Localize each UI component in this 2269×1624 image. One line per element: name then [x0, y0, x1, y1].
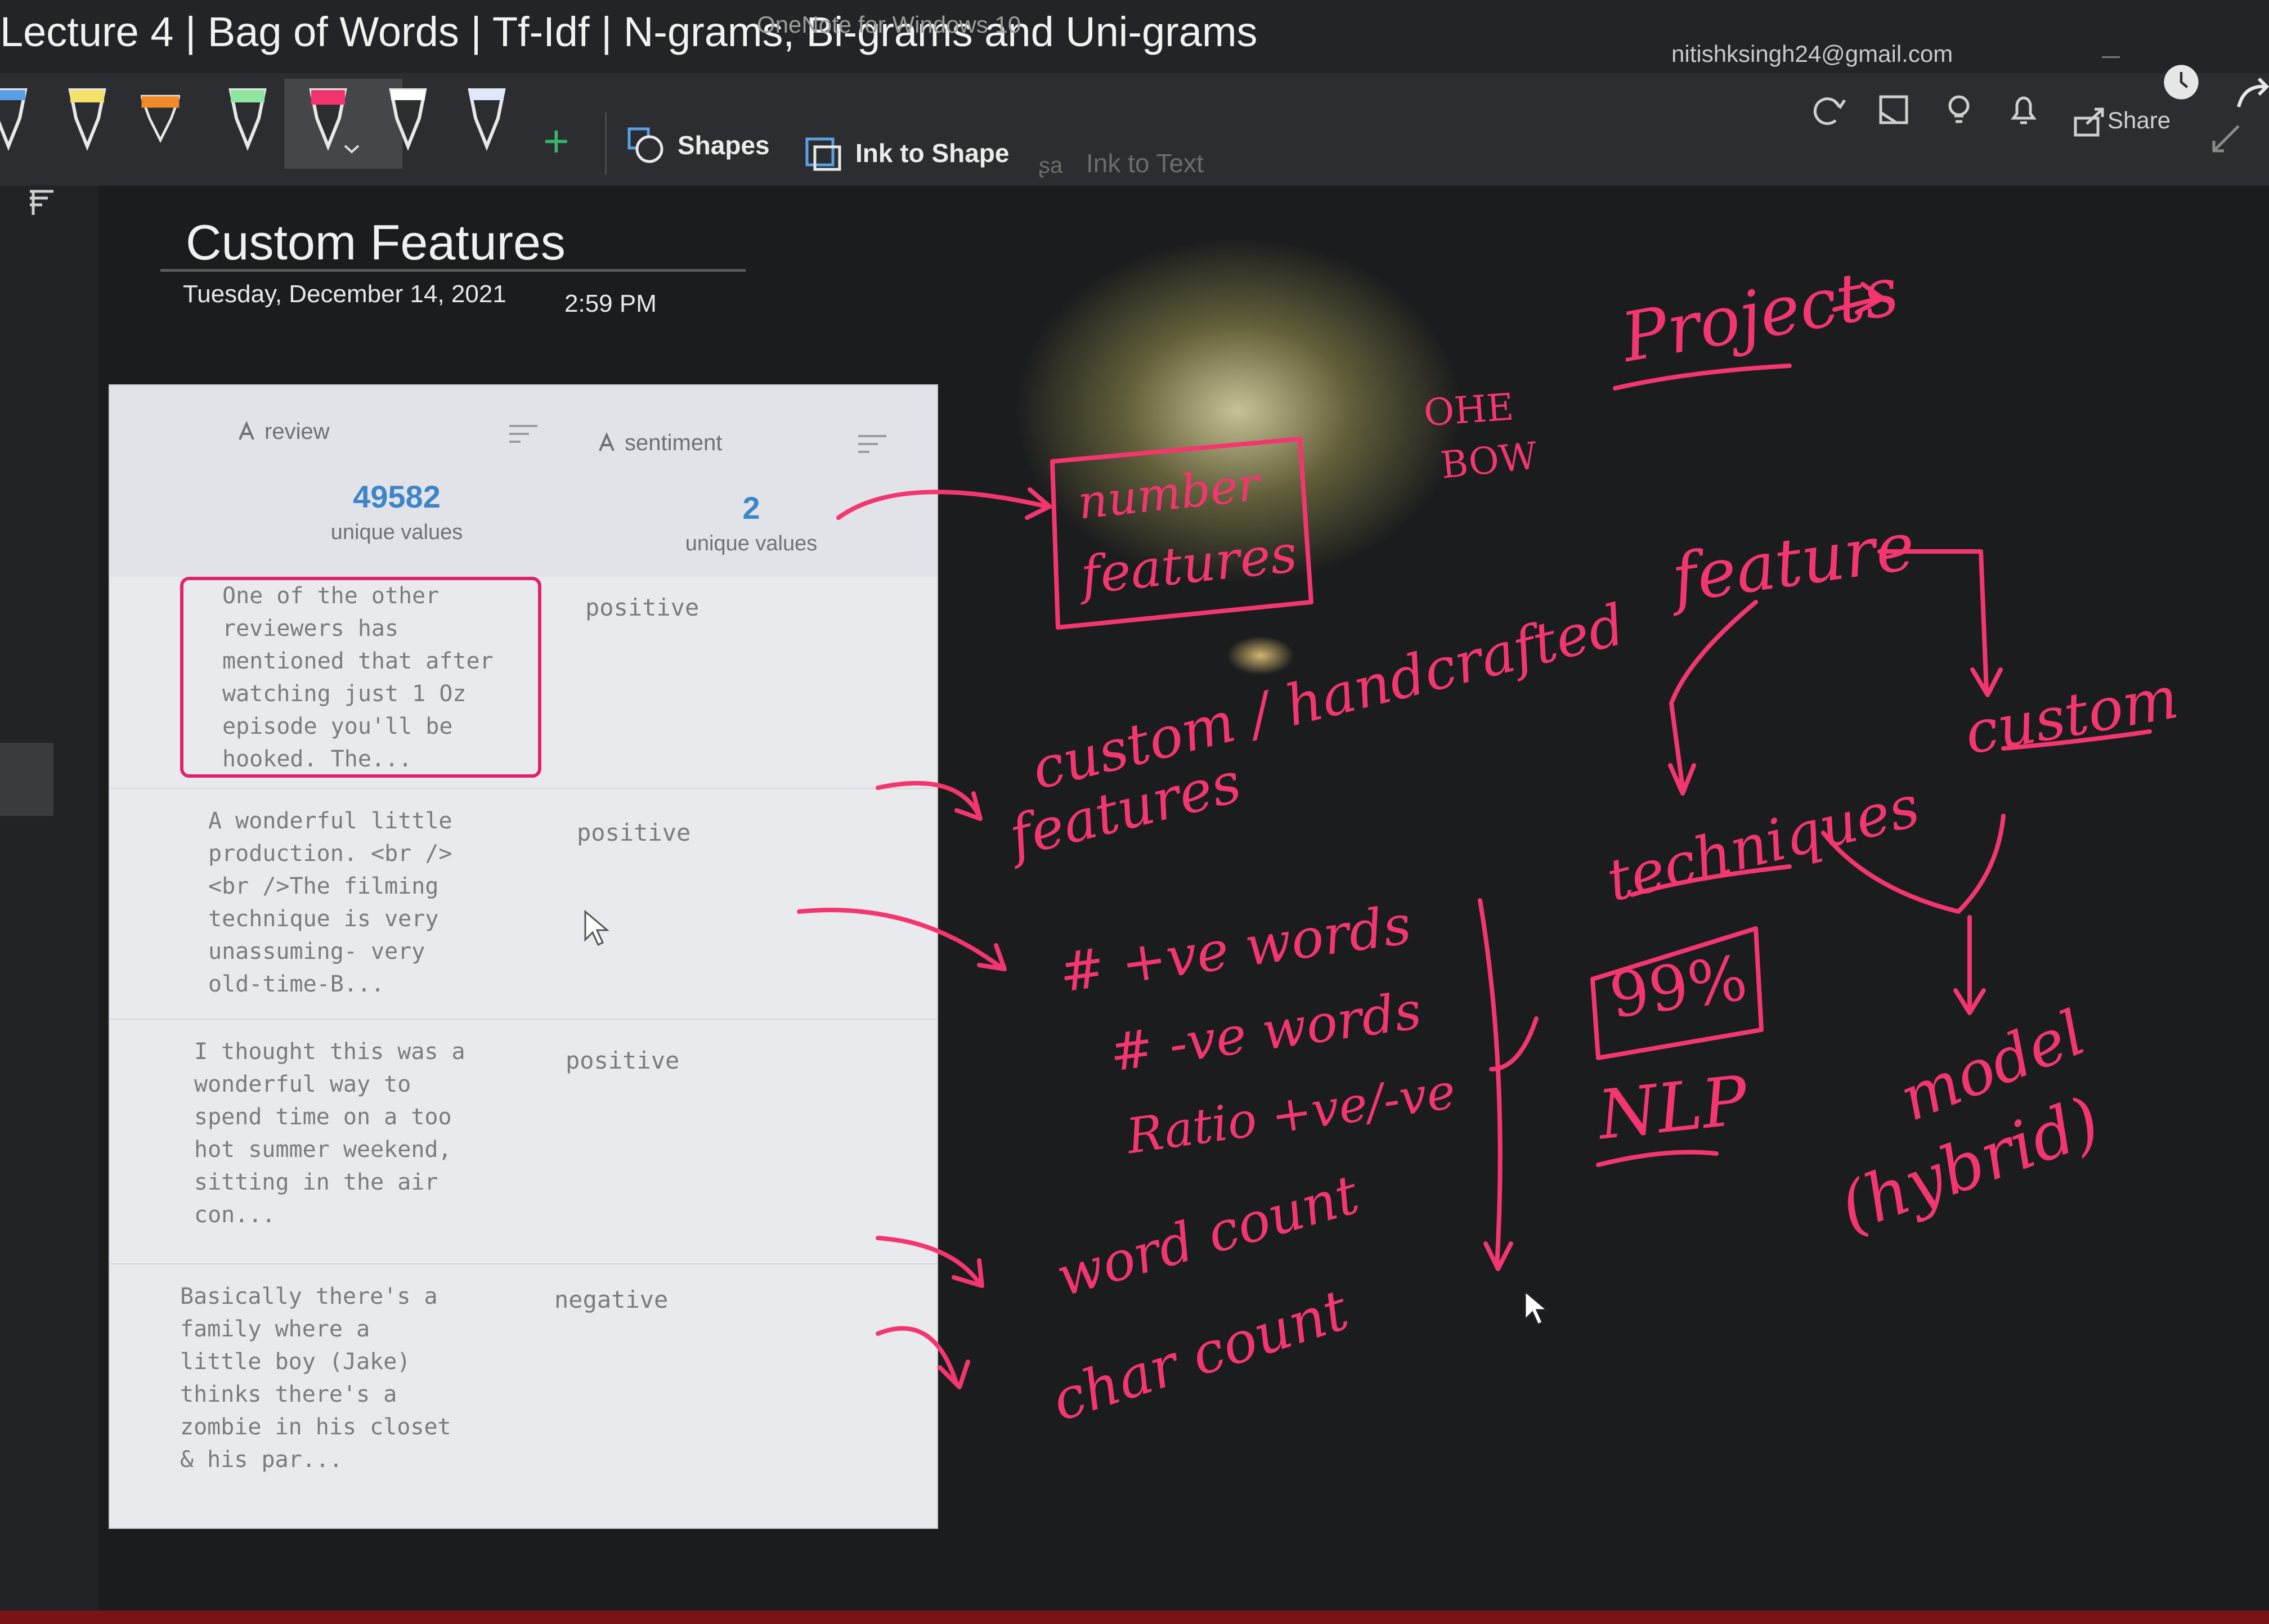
arrow-stroke: [876, 1236, 984, 1288]
brace-stroke: [1478, 898, 1513, 1271]
arrow-stroke: [797, 908, 1007, 971]
arrow-stroke: [836, 487, 1052, 520]
monitor-bezel: [0, 1610, 2269, 1624]
ink-ohe: OHE: [1422, 385, 1515, 435]
arrow-stroke: [1953, 915, 1986, 1015]
ink-nlp: NLP: [1594, 1061, 1751, 1155]
arrow-stroke: [1668, 600, 1758, 796]
onenote-window: Lecture 4 | Bag of Words | Tf-Idf | N-gr…: [0, 0, 2269, 1624]
arrow-stroke: [876, 1326, 970, 1389]
underline-stroke: [1596, 1150, 1719, 1167]
arrow-stroke: [876, 780, 983, 821]
mouse-pointer-icon: [1524, 1289, 1550, 1326]
